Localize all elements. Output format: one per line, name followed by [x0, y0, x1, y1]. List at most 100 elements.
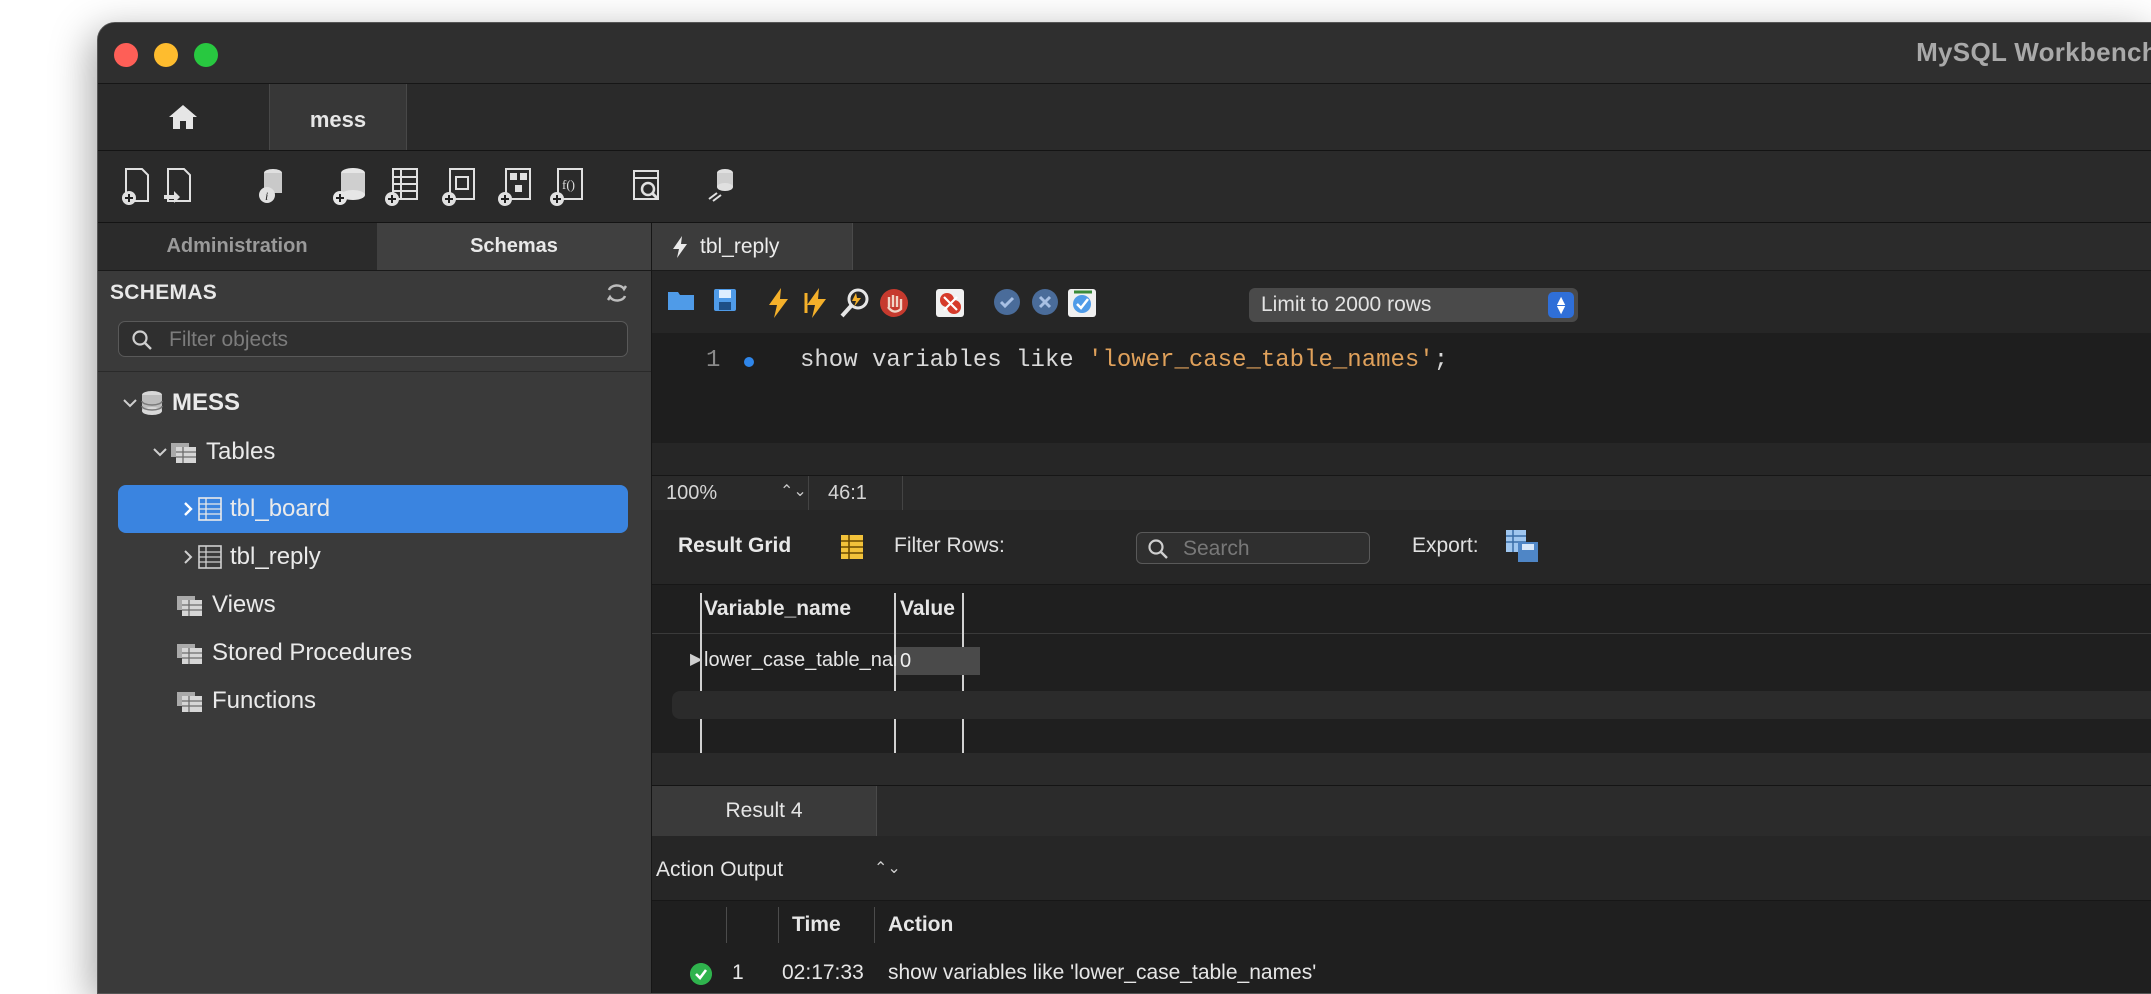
connection-tab-strip: mess: [98, 84, 2151, 151]
filter-rows-input[interactable]: [1181, 535, 1365, 563]
home-tab[interactable]: [98, 84, 268, 150]
refresh-schemas-icon[interactable]: [606, 283, 628, 303]
chevron-right-icon[interactable]: [178, 499, 198, 519]
tab-schemas[interactable]: Schemas: [377, 223, 651, 270]
export-label: Export:: [1412, 534, 1479, 557]
reconnect-icon[interactable]: [703, 165, 741, 207]
save-icon[interactable]: [712, 287, 738, 313]
result-grid-label[interactable]: Result Grid: [678, 534, 791, 558]
query-tab-tbl-reply[interactable]: tbl_reply: [652, 223, 853, 270]
home-icon: [169, 105, 197, 129]
tree-table-tbl-reply[interactable]: tbl_reply: [118, 533, 628, 581]
tree-schema-mess[interactable]: MESS: [118, 379, 628, 427]
result-grid: Variable_name Value ▶ lower_case_table_n…: [652, 585, 2151, 753]
folder-views-icon: [177, 596, 202, 616]
create-function-icon[interactable]: f(): [548, 165, 586, 207]
window-title: MySQL Workbench: [1916, 37, 2151, 67]
column-header-action[interactable]: Action: [888, 913, 953, 937]
execute-icon[interactable]: [764, 287, 792, 319]
column-divider: [726, 907, 727, 943]
line-number: 1: [706, 347, 721, 374]
current-row-indicator-icon: ▶: [690, 651, 703, 668]
output-mode-stepper-icon[interactable]: ⌃⌄: [874, 858, 901, 878]
output-row[interactable]: 1 02:17:33 show variables like 'lower_ca…: [652, 949, 2151, 993]
chevron-down-icon[interactable]: [150, 442, 170, 462]
tab-administration[interactable]: Administration: [98, 223, 376, 270]
execute-current-statement-icon[interactable]: [802, 287, 832, 319]
query-editor-area: tbl_reply Limit to 2000 rows ▲ ▼ 1 show …: [652, 223, 2151, 993]
svg-text:i: i: [265, 189, 268, 203]
navigator-sidebar: Administration Schemas SCHEMAS MESS: [98, 223, 652, 993]
table-label: tbl_board: [230, 495, 331, 522]
limit-rows-select[interactable]: Limit to 2000 rows ▲ ▼: [1249, 288, 1578, 322]
column-divider[interactable]: [700, 593, 702, 753]
toggle-stop-on-error-icon[interactable]: [934, 287, 966, 319]
main-toolbar: i f(): [98, 151, 2151, 223]
close-window-button[interactable]: [114, 43, 138, 67]
zoom-window-button[interactable]: [194, 43, 218, 67]
tree-folder-functions[interactable]: Functions: [118, 677, 628, 725]
result-tab-4[interactable]: Result 4: [652, 786, 877, 836]
filter-rows-field[interactable]: [1136, 532, 1370, 564]
commit-icon[interactable]: [992, 287, 1022, 317]
connection-tab-mess[interactable]: mess: [269, 84, 407, 150]
autocommit-icon[interactable]: [1066, 287, 1098, 319]
output-row-index: 1: [732, 961, 744, 984]
explain-icon[interactable]: [838, 287, 872, 319]
column-header-time[interactable]: Time: [792, 913, 841, 937]
rollback-icon[interactable]: [1030, 287, 1060, 317]
filter-objects-field[interactable]: [118, 321, 628, 357]
table-icon: [198, 545, 222, 569]
database-icon: [141, 391, 163, 415]
statement-marker: [744, 357, 754, 367]
table-icon: [198, 497, 222, 521]
stored-procedures-label: Stored Procedures: [212, 639, 413, 666]
column-divider: [778, 907, 779, 943]
output-row-time: 02:17:33: [782, 961, 864, 984]
query-tab-label: tbl_reply: [700, 234, 780, 258]
stop-icon[interactable]: [878, 287, 910, 319]
create-view-icon[interactable]: [440, 165, 478, 207]
inspector-icon[interactable]: i: [253, 165, 291, 207]
zoom-level[interactable]: 100%: [666, 482, 717, 505]
output-mode-select[interactable]: Action Output: [656, 858, 783, 882]
column-header-value[interactable]: Value: [900, 597, 955, 621]
views-label: Views: [212, 591, 276, 618]
column-header-variable-name[interactable]: Variable_name: [704, 597, 851, 621]
code-line[interactable]: show variables like 'lower_case_table_na…: [800, 347, 1448, 374]
tree-folder-stored-procedures[interactable]: Stored Procedures: [118, 629, 628, 677]
chevron-down-icon[interactable]: [120, 393, 140, 413]
empty-new-row[interactable]: [672, 691, 2151, 719]
column-divider: [874, 907, 875, 943]
output-panel-header: Action Output ⌃⌄: [652, 836, 2151, 901]
result-tabs: Result 4: [652, 785, 2151, 837]
minimize-window-button[interactable]: [154, 43, 178, 67]
export-icon[interactable]: [1504, 528, 1540, 564]
chevron-right-icon[interactable]: [178, 547, 198, 567]
result-grid-footer: [652, 753, 2151, 785]
output-table-header: Time Action: [652, 901, 2151, 950]
open-sql-script-icon[interactable]: [160, 165, 198, 207]
filter-objects-input[interactable]: [167, 325, 611, 355]
zoom-stepper-icon[interactable]: ⌃⌄: [780, 481, 807, 501]
workbench-window: MySQL Workbench mess i f() Administratio…: [97, 22, 2151, 994]
cell-value[interactable]: 0: [896, 647, 980, 675]
tree-folder-views[interactable]: Views: [118, 581, 628, 629]
search-table-data-icon[interactable]: [628, 165, 666, 207]
create-schema-icon[interactable]: [331, 165, 369, 207]
table-label: tbl_reply: [230, 543, 321, 570]
folder-functions-icon: [177, 692, 202, 712]
open-file-icon[interactable]: [666, 287, 696, 313]
sql-code-editor[interactable]: 1 show variables like 'lower_case_table_…: [652, 333, 2151, 559]
tables-label: Tables: [206, 438, 276, 465]
new-sql-tab-icon[interactable]: [118, 165, 156, 207]
create-procedure-icon[interactable]: [496, 165, 534, 207]
svg-text:f(): f(): [562, 177, 575, 192]
code-string: 'lower_case_table_names': [1088, 347, 1434, 374]
query-tabs: tbl_reply: [652, 223, 2151, 271]
tree-table-tbl-board[interactable]: tbl_board: [118, 485, 628, 533]
create-table-icon[interactable]: [383, 165, 421, 207]
tree-folder-tables[interactable]: Tables: [118, 428, 628, 476]
functions-label: Functions: [212, 687, 317, 714]
grid-view-icon[interactable]: [840, 534, 864, 560]
